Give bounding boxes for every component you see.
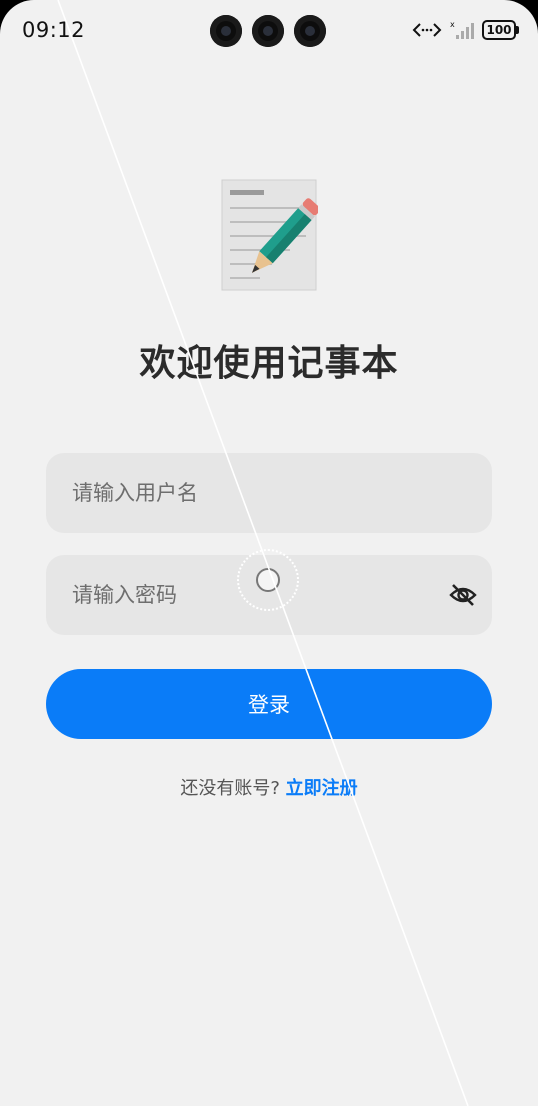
- signal-icon: x: [450, 20, 474, 39]
- touch-pointer: [256, 568, 280, 592]
- username-field[interactable]: [46, 453, 492, 533]
- register-link[interactable]: 立即注册: [286, 778, 358, 799]
- eye-off-icon[interactable]: [448, 581, 478, 609]
- status-bar: 09:12 x 100: [0, 0, 538, 64]
- status-time: 09:12: [22, 18, 86, 42]
- status-icons: x 100: [412, 20, 519, 40]
- register-prompt: 还没有账号? 立即注册: [0, 774, 538, 800]
- battery-icon: 100: [482, 20, 519, 40]
- data-transfer-icon: [412, 23, 442, 37]
- notepad-pencil-icon: [221, 179, 318, 291]
- phone-screen: 09:12 x 100 欢迎使用记事本 请输入用户名 登录 还没有账号? 立即注…: [0, 0, 538, 1106]
- username-input[interactable]: [70, 480, 468, 506]
- camera-cutout: [210, 15, 326, 47]
- svg-text:x: x: [450, 20, 455, 29]
- camera-lens: [210, 15, 242, 47]
- register-prompt-text: 还没有账号?: [180, 778, 280, 799]
- camera-lens: [252, 15, 284, 47]
- camera-lens: [294, 15, 326, 47]
- login-button[interactable]: 登录: [46, 669, 492, 739]
- page-title: 欢迎使用记事本: [139, 343, 399, 384]
